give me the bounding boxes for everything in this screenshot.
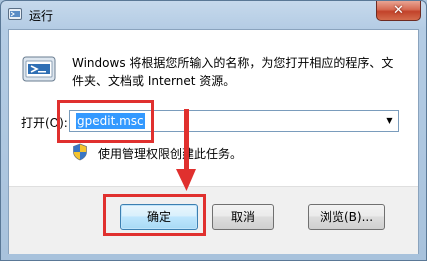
run-icon bbox=[22, 56, 56, 82]
run-dialog-window: 运行 ✕ Windows 将根据您所输入的名称，为您打开相应的程序、文件夹、文档… bbox=[0, 0, 427, 261]
input-highlight-box bbox=[57, 100, 154, 143]
close-icon: ✕ bbox=[393, 3, 404, 18]
window-title: 运行 bbox=[29, 9, 54, 23]
admin-note: 使用管理权限创建此任务。 bbox=[98, 147, 243, 161]
ok-highlight-box bbox=[103, 194, 206, 236]
chevron-down-icon[interactable]: ▼ bbox=[381, 111, 398, 131]
browse-button[interactable]: 浏览(B)... bbox=[308, 204, 385, 230]
dialog-description: Windows 将根据您所输入的名称，为您打开相应的程序、文件夹、文档或 Int… bbox=[72, 56, 394, 88]
title-bar[interactable]: 运行 ✕ bbox=[1, 1, 426, 29]
shield-icon bbox=[73, 143, 87, 161]
close-button[interactable]: ✕ bbox=[376, 1, 421, 21]
cancel-button[interactable]: 取消 bbox=[212, 204, 274, 230]
down-arrow-icon bbox=[176, 109, 196, 191]
run-icon bbox=[8, 8, 22, 20]
